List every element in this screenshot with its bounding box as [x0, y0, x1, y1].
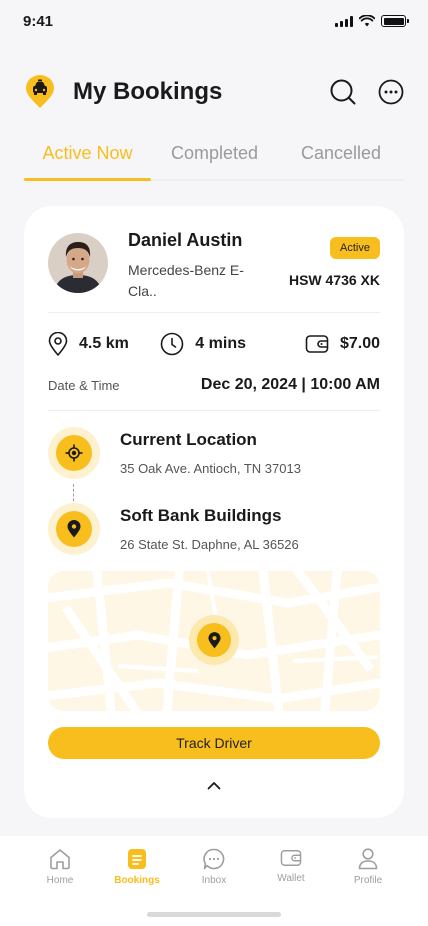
taxi-pin-icon: [24, 75, 56, 109]
datetime-value: Dec 20, 2024 | 10:00 AM: [200, 376, 380, 393]
distance-stat: 4.5 km: [48, 332, 160, 356]
nav-home[interactable]: Home: [22, 848, 98, 886]
nav-label: Inbox: [201, 875, 227, 886]
page-title: My Bookings: [73, 78, 223, 105]
tab-active-now[interactable]: Active Now: [24, 141, 151, 181]
status-icons: [335, 15, 409, 27]
divider: [48, 410, 380, 411]
battery-icon: [381, 15, 409, 27]
trip-stats: 4.5 km 4 mins $7.00: [48, 330, 380, 358]
location-pin-icon: [48, 332, 68, 356]
wifi-icon: [359, 15, 375, 27]
header: My Bookings: [24, 74, 404, 110]
status-badge: Active: [330, 237, 380, 259]
bookings-icon: [128, 849, 146, 869]
home-indicator: [147, 912, 281, 917]
tab-cancelled[interactable]: Cancelled: [278, 141, 404, 179]
driver-name: Daniel Austin: [128, 230, 243, 250]
chevron-up-icon: [207, 781, 221, 789]
home-icon: [50, 849, 70, 870]
destination-pin-icon: [48, 503, 100, 555]
nav-wallet[interactable]: Wallet: [253, 848, 329, 884]
booking-card[interactable]: Daniel Austin Mercedes-Benz E-Cla.. Acti…: [24, 206, 404, 818]
license-plate: HSW 4736 XK: [288, 272, 380, 288]
map-pin-icon: [207, 631, 221, 648]
chat-icon: [203, 848, 225, 870]
price-value: $7.00: [339, 335, 380, 352]
datetime-row: Date & Time Dec 20, 2024 | 10:00 AM: [48, 374, 380, 396]
nav-inbox[interactable]: Inbox: [176, 848, 252, 886]
driver-info: Daniel Austin Mercedes-Benz E-Cla.. Acti…: [48, 230, 380, 299]
status-bar: 9:41: [0, 0, 428, 44]
profile-icon: [358, 848, 378, 870]
crosshair-icon: [48, 427, 100, 479]
driver-location-marker: [189, 615, 239, 665]
route-map[interactable]: [48, 571, 380, 711]
nav-label: Home: [46, 875, 74, 886]
cellular-signal-icon: [335, 15, 353, 27]
track-driver-button[interactable]: Track Driver: [48, 727, 380, 759]
price-stat: $7.00: [305, 333, 380, 355]
clock-icon: [160, 332, 184, 356]
status-time: 9:41: [23, 13, 54, 30]
header-actions: [330, 79, 404, 105]
wallet-icon: [280, 850, 302, 866]
duration-stat: 4 mins: [160, 332, 305, 356]
wallet-icon: [305, 335, 329, 353]
pickup-location: Current Location 35 Oak Ave. Antioch, TN…: [48, 427, 380, 481]
nav-label: Bookings: [114, 875, 160, 886]
driver-avatar: [48, 233, 108, 293]
booking-tabs: Active Now Completed Cancelled: [24, 141, 404, 181]
nav-bookings[interactable]: Bookings: [99, 848, 175, 886]
more-options-icon: [378, 79, 404, 105]
divider: [48, 312, 380, 313]
nav-profile[interactable]: Profile: [330, 848, 406, 886]
distance-value: 4.5 km: [79, 335, 129, 352]
dropoff-address: 26 State St. Daphne, AL 36526: [120, 537, 299, 552]
pickup-title: Current Location: [120, 430, 257, 449]
nav-label: Wallet: [277, 873, 305, 884]
pickup-address: 35 Oak Ave. Antioch, TN 37013: [120, 461, 301, 476]
more-options-button[interactable]: [378, 79, 404, 105]
car-model: Mercedes-Benz E-Cla..: [128, 262, 244, 299]
tab-completed[interactable]: Completed: [151, 141, 278, 179]
dropoff-location: Soft Bank Buildings 26 State St. Daphne,…: [48, 503, 380, 557]
search-button[interactable]: [330, 79, 356, 105]
datetime-label: Date & Time: [48, 377, 120, 393]
collapse-button[interactable]: [202, 777, 226, 793]
duration-value: 4 mins: [195, 335, 246, 352]
dropoff-title: Soft Bank Buildings: [120, 506, 282, 525]
nav-label: Profile: [353, 875, 383, 886]
search-icon: [330, 79, 356, 105]
